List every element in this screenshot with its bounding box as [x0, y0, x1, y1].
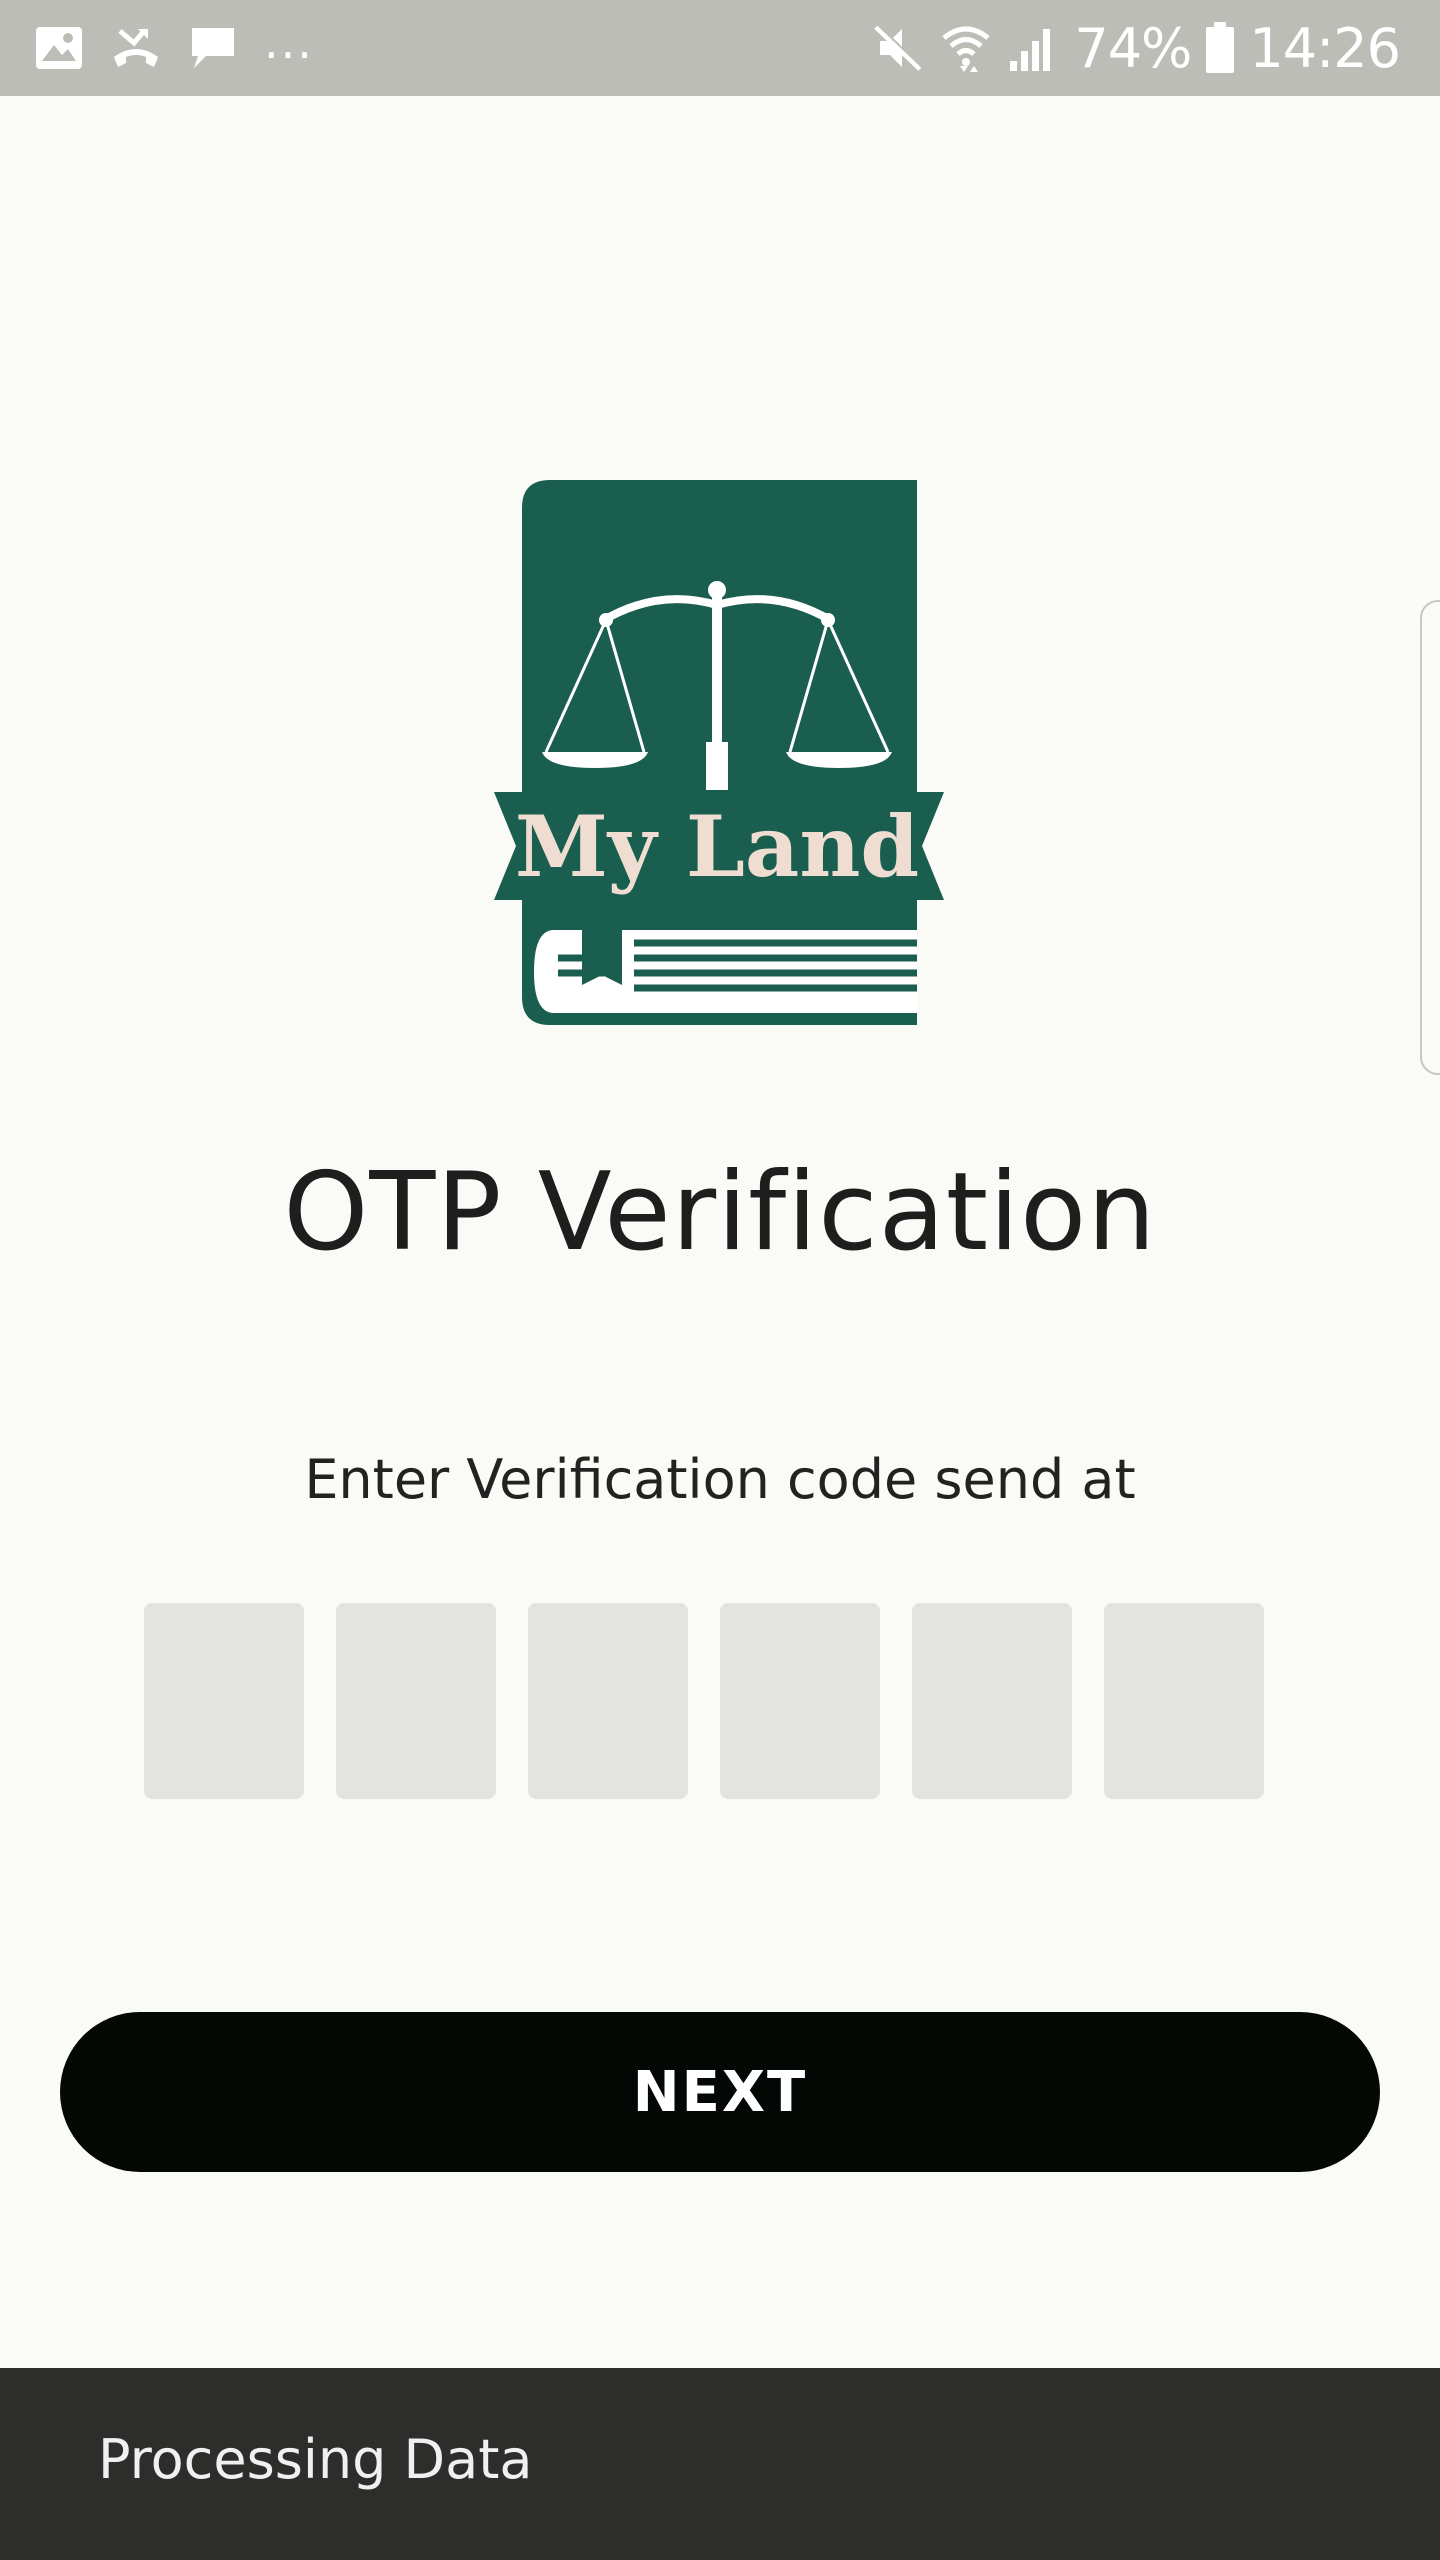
- otp-digit-3[interactable]: [528, 1603, 688, 1799]
- mute-icon: [872, 23, 926, 73]
- logo-text: My Land: [515, 797, 919, 896]
- instruction-text: Enter Verification code send at: [304, 1448, 1136, 1511]
- page-title: OTP Verification: [283, 1150, 1157, 1275]
- system-status: 74% 14:26: [872, 16, 1401, 80]
- message-icon: [188, 24, 238, 72]
- snackbar: Processing Data: [0, 2368, 1440, 2560]
- status-bar: ... 74% 14:26: [0, 0, 1440, 96]
- otp-digit-2[interactable]: [336, 1603, 496, 1799]
- more-notifications-indicator: ...: [264, 15, 314, 69]
- next-button[interactable]: NEXT: [60, 2012, 1380, 2172]
- gallery-icon: [34, 25, 84, 71]
- wifi-icon: [940, 22, 992, 74]
- otp-digit-6[interactable]: [1104, 1603, 1264, 1799]
- missed-call-icon: [110, 25, 162, 71]
- battery-percentage: 74%: [1074, 16, 1192, 80]
- scales-of-justice-book-logo: My Land: [494, 480, 944, 1025]
- otp-digit-5[interactable]: [912, 1603, 1072, 1799]
- snackbar-message: Processing Data: [98, 2428, 533, 2491]
- otp-digit-1[interactable]: [144, 1603, 304, 1799]
- notification-icons: ...: [34, 18, 314, 78]
- otp-verification-screen: ... 74% 14:26 My Land OTP Verification E…: [0, 0, 1440, 2560]
- otp-digit-4[interactable]: [720, 1603, 880, 1799]
- edge-panel-handle[interactable]: [1420, 600, 1440, 1075]
- otp-input-group: [144, 1603, 1264, 1799]
- clock: 14:26: [1249, 16, 1401, 80]
- my-land-logo: My Land: [494, 480, 944, 1030]
- signal-icon: [1006, 23, 1060, 73]
- battery-icon: [1205, 22, 1235, 74]
